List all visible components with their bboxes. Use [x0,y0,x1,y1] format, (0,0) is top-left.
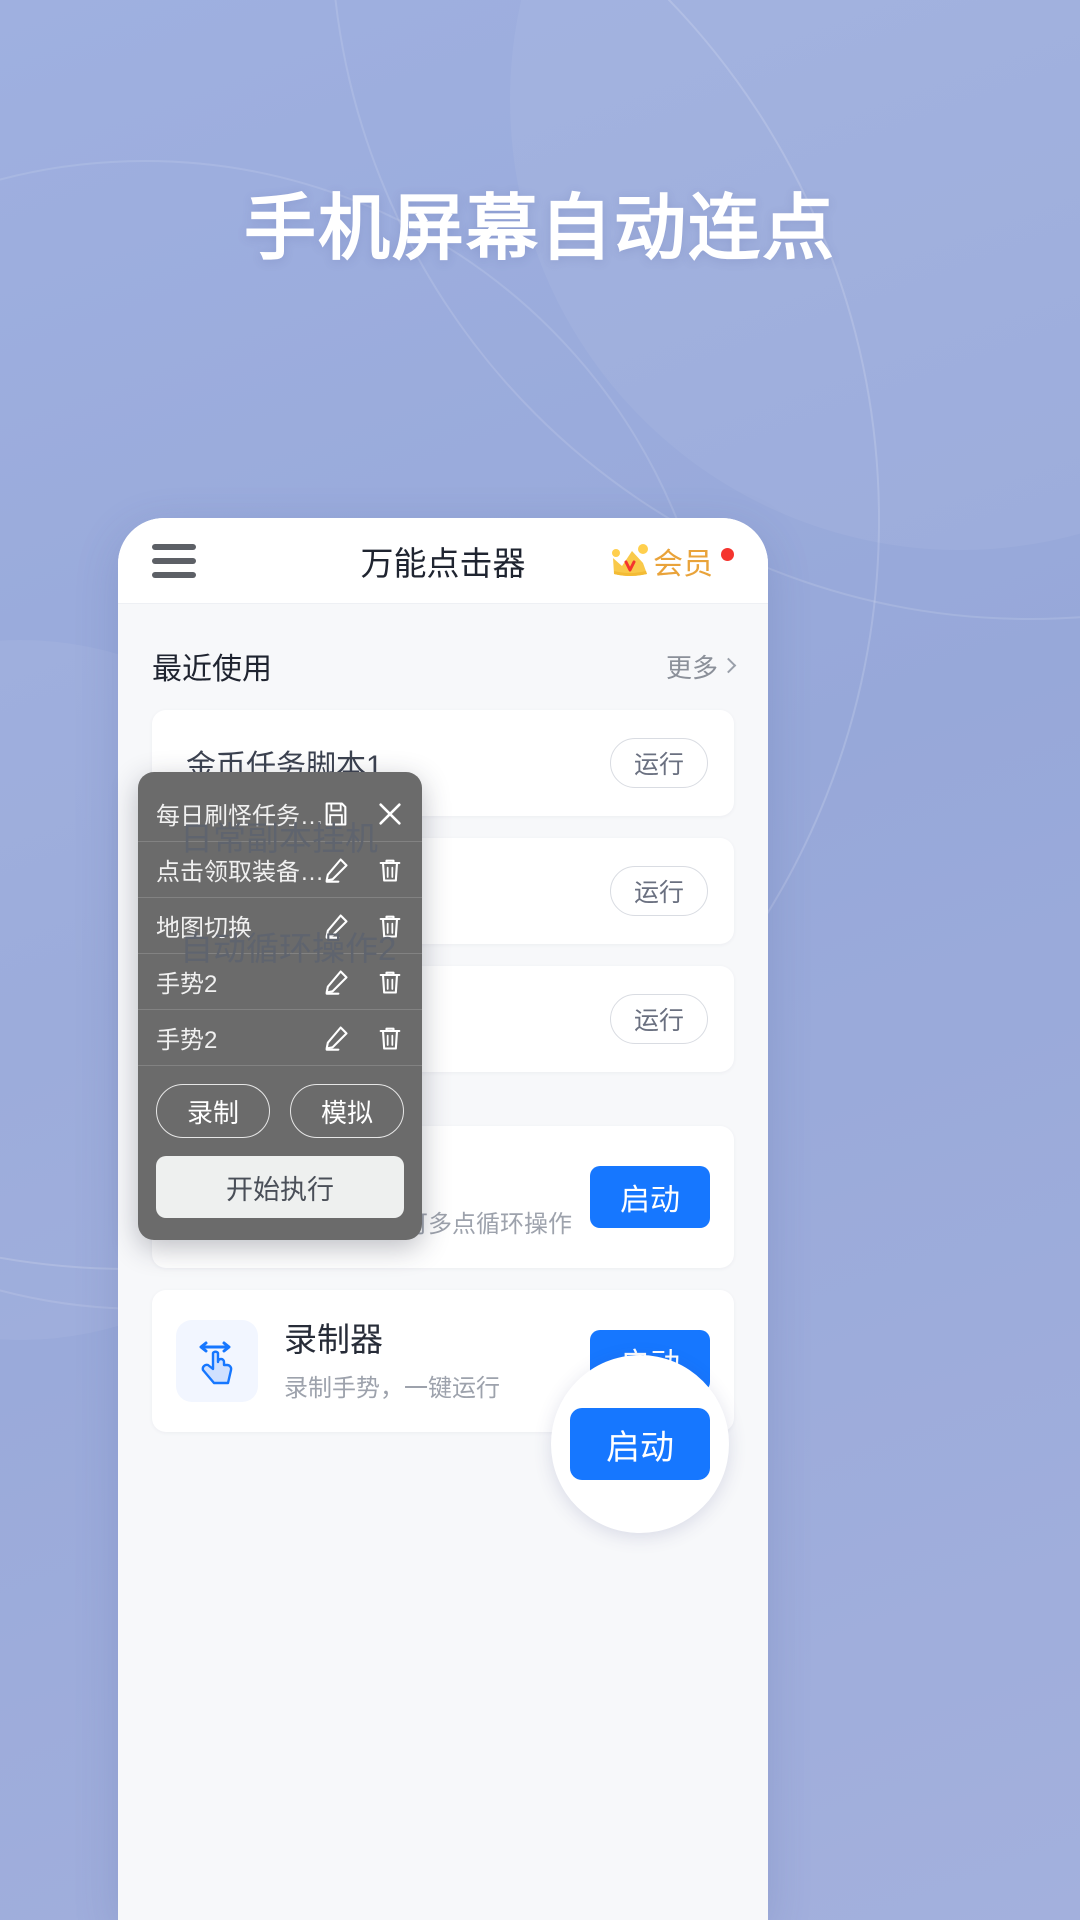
highlight-ring: 启动 [551,1355,729,1533]
panel-script-name: 点击领取装备… [156,859,322,886]
panel-mode-buttons: 录制 模拟 [138,1066,422,1138]
trash-icon[interactable] [376,968,404,996]
save-icon[interactable] [322,800,350,828]
app-header: 万能点击器 会员 [118,518,768,604]
panel-row[interactable]: 手势2 [138,1010,422,1066]
panel-script-name: 手势2 [156,1027,218,1054]
panel-row[interactable]: 手势2 [138,954,422,1010]
panel-script-name: 地图切换 [156,915,252,942]
record-button[interactable]: 录制 [156,1084,270,1138]
hero-title: 手机屏幕自动连点 [243,189,836,269]
start-button-highlighted[interactable]: 启动 [570,1408,710,1480]
run-button[interactable]: 运行 [610,738,708,788]
simulate-button[interactable]: 模拟 [290,1084,404,1138]
close-icon[interactable] [376,800,404,828]
chevron-right-icon [720,657,737,673]
panel-row[interactable]: 地图切换 [138,898,422,954]
feature-text: 录制器 录制手势，一键运行 [284,1319,590,1403]
pencil-icon[interactable] [322,1024,350,1052]
trash-icon[interactable] [376,912,404,940]
panel-script-name: 手势2 [156,971,218,998]
run-button[interactable]: 运行 [610,866,708,916]
panel-row-icons [322,1024,404,1052]
panel-header-row[interactable]: 每日刷怪任务… [138,786,422,842]
red-dot-badge [721,548,734,561]
panel-row-icons [322,856,404,884]
trash-icon[interactable] [376,856,404,884]
feature-subtitle: 录制手势，一键运行 [284,1375,500,1403]
pencil-icon[interactable] [322,968,350,996]
panel-row-icons [322,968,404,996]
feature-title: 录制器 [284,1320,383,1358]
trash-icon[interactable] [376,1024,404,1052]
swipe-finger-icon [176,1320,258,1402]
recent-section-header: 最近使用 更多 [118,604,768,710]
hamburger-icon[interactable] [152,543,196,578]
pencil-icon[interactable] [322,856,350,884]
recent-more-button[interactable]: 更多 [665,648,737,685]
pencil-icon[interactable] [322,912,350,940]
panel-row-icons [322,912,404,940]
member-entry[interactable]: 会员 [610,539,734,583]
start-button[interactable]: 启动 [590,1166,710,1228]
panel-header-icons [322,800,404,828]
crown-icon [612,543,648,576]
member-label: 会员 [653,547,713,581]
recent-more-label: 更多 [665,652,718,683]
execute-button[interactable]: 开始执行 [156,1156,404,1218]
panel-script-name: 每日刷怪任务… [156,803,322,830]
floating-control-panel[interactable]: 每日刷怪任务… 点击领取装备… 地图切换 手势2 手势2 录制 模拟 开始执行 [138,772,422,1240]
panel-row[interactable]: 点击领取装备… [138,842,422,898]
run-button[interactable]: 运行 [610,994,708,1044]
recent-section-title: 最近使用 [152,653,272,686]
